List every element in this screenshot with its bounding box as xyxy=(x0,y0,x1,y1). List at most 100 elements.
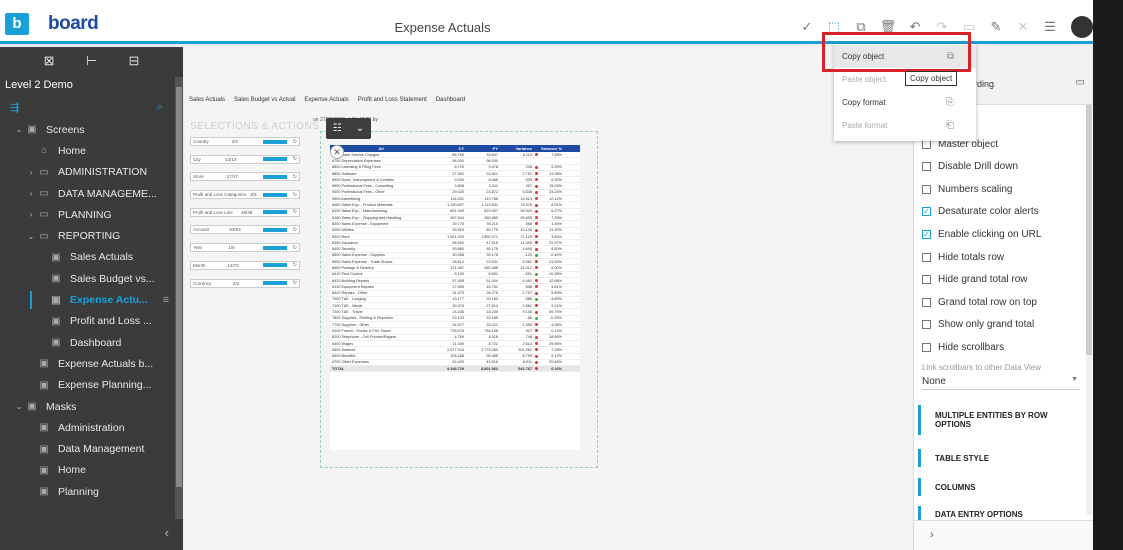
screen-tab[interactable]: Sales Actuals xyxy=(189,97,225,103)
checkbox-icon[interactable] xyxy=(922,162,931,172)
sidebar-item[interactable]: ▣ Administration xyxy=(0,417,183,438)
checkbox-1[interactable]: Disable Drill down xyxy=(922,160,1018,174)
chevron-icon[interactable]: ⌄ xyxy=(26,232,36,241)
structure-tab-icon[interactable]: ⊢ xyxy=(86,53,97,69)
object-type-icon[interactable]: ☷ xyxy=(333,123,342,134)
checkbox-6[interactable]: Hide grand total row xyxy=(922,273,1028,287)
checkbox-icon[interactable] xyxy=(922,184,931,194)
menu-icon[interactable]: ☰ xyxy=(1040,19,1060,35)
sidebar-item[interactable]: ▣ Planning xyxy=(0,481,183,502)
table-header-cell[interactable]: All xyxy=(330,146,430,151)
layout-tab-icon[interactable]: ⊟ xyxy=(128,53,139,69)
sidebar-item[interactable]: ▣ Sales Actuals xyxy=(0,247,183,268)
board-logo-icon[interactable]: b xyxy=(5,13,29,35)
selector-row[interactable]: Month 12/72 ↻ xyxy=(190,260,300,270)
refresh-icon[interactable]: ↻ xyxy=(293,139,297,145)
properties-section[interactable]: TABLE STYLE xyxy=(918,449,1080,467)
sidebar-item[interactable]: ⌄ ▣ Screens xyxy=(0,119,183,140)
refresh-icon[interactable]: ↻ xyxy=(293,174,297,180)
sidebar-item[interactable]: ▣ Data Management xyxy=(0,438,183,459)
selector-row[interactable]: Store 17/17 ↻ xyxy=(190,172,300,182)
object-toolbar[interactable]: ☷ ⌄ xyxy=(326,118,371,139)
sidebar-item[interactable]: › ▭ ADMINISTRATION xyxy=(0,162,183,183)
refresh-icon[interactable]: ↻ xyxy=(293,192,297,198)
checkbox-checked-icon[interactable]: ✓ xyxy=(922,207,931,217)
refresh-icon[interactable]: ↻ xyxy=(293,209,297,215)
screen-tab[interactable]: Dashboard xyxy=(436,97,465,103)
sidebar-item[interactable]: ▣ Expense Actu... ≡ xyxy=(0,289,183,310)
selector-row[interactable]: Year 1/6 ↻ xyxy=(190,243,300,253)
checkbox-3[interactable]: ✓ Desaturate color alerts xyxy=(922,205,1039,219)
sidebar-item[interactable]: ⌄ ▭ REPORTING xyxy=(0,225,183,246)
table-header-cell[interactable]: PY xyxy=(464,146,498,151)
checkbox-checked-icon[interactable]: ✓ xyxy=(922,229,931,239)
close-object-icon[interactable]: ✕ xyxy=(330,145,344,159)
sidebar-scrollbar[interactable] xyxy=(175,77,183,519)
checkbox-9[interactable]: Hide scrollbars xyxy=(922,340,1004,354)
selector-row[interactable]: City 13/13 ↻ xyxy=(190,154,300,164)
chevron-icon[interactable]: › xyxy=(26,168,36,177)
properties-section[interactable]: MULTIPLE ENTITIES BY ROW OPTIONS xyxy=(918,405,1080,435)
table-total-row[interactable]: TOTAL 9.348.729 8.801.962 541.767 6.16% xyxy=(330,366,580,373)
refresh-icon[interactable]: ↻ xyxy=(293,245,297,251)
expand-panel-icon[interactable]: › xyxy=(930,529,934,541)
checkbox-8[interactable]: Show only grand total xyxy=(922,318,1034,332)
search-icon[interactable]: ⌕ xyxy=(157,101,163,114)
selector-row[interactable]: Account 53/53 ↻ xyxy=(190,225,300,235)
table-header-cell[interactable]: CY xyxy=(430,146,464,151)
sidebar-item[interactable]: ▣ Sales Budget vs... xyxy=(0,268,183,289)
selector-row[interactable]: Currency 2/2 ↻ xyxy=(190,278,300,288)
sidebar-item[interactable]: ▣ Expense Planning... xyxy=(0,375,183,396)
table-header-cell[interactable]: Variance xyxy=(498,146,532,151)
properties-scrollbar[interactable] xyxy=(1086,105,1092,515)
check-icon[interactable]: ✓ xyxy=(797,19,817,35)
avatar[interactable] xyxy=(1071,16,1093,38)
checkbox-icon[interactable] xyxy=(922,297,931,307)
table-header-cell[interactable]: Variance % xyxy=(540,146,564,151)
menu-item[interactable]: Copy format ⎘ xyxy=(834,91,976,114)
checkbox-5[interactable]: Hide totals row xyxy=(922,250,1004,264)
checkbox-icon[interactable] xyxy=(922,252,931,262)
checkbox-4[interactable]: ✓ Enable clicking on URL xyxy=(922,227,1041,241)
checkbox-icon[interactable] xyxy=(922,320,931,330)
brush-icon[interactable]: ✎ xyxy=(986,19,1006,35)
sidebar-item[interactable]: › ▭ DATA MANAGEME... xyxy=(0,183,183,204)
refresh-icon[interactable]: ↻ xyxy=(293,227,297,233)
checkbox-icon[interactable] xyxy=(922,342,931,352)
chevron-icon[interactable]: ⌄ xyxy=(14,402,24,411)
selector-row[interactable]: Country 2/2 ↻ xyxy=(190,137,300,146)
sidebar-item[interactable]: ▣ Home xyxy=(0,460,183,481)
properties-scroll-thumb[interactable] xyxy=(1086,105,1092,355)
sidebar-item[interactable]: ▣ Dashboard xyxy=(0,332,183,353)
chevron-icon[interactable]: › xyxy=(26,210,36,219)
item-menu-icon[interactable]: ≡ xyxy=(163,294,169,306)
collapse-sidebar-icon[interactable]: ‹ xyxy=(165,525,169,540)
chevron-icon[interactable]: › xyxy=(26,189,36,198)
screen-tab[interactable]: Expense Actuals xyxy=(304,97,348,103)
selector-row[interactable]: Profit and Loss Categories 3/3 ↻ xyxy=(190,190,300,200)
menu-item[interactable]: Paste format ⎗ xyxy=(834,114,976,137)
sidebar-item[interactable]: › ▭ PLANNING xyxy=(0,204,183,225)
checkbox-icon[interactable] xyxy=(922,275,931,285)
checkbox-7[interactable]: Grand total row on top xyxy=(922,295,1037,309)
sidebar-item[interactable]: ▣ Profit and Loss ... xyxy=(0,311,183,332)
refresh-icon[interactable]: ↻ xyxy=(293,156,297,162)
screens-tab-icon[interactable]: ⊠ xyxy=(44,53,55,69)
chevron-icon[interactable]: ⌄ xyxy=(14,125,24,134)
sidebar-item[interactable]: ⌂ Home xyxy=(0,140,183,161)
screen-tab[interactable]: Sales Budget vs Actual xyxy=(234,97,295,103)
panel-window-icon[interactable]: ▭ xyxy=(1076,77,1085,88)
checkbox-2[interactable]: Numbers scaling xyxy=(922,182,1012,196)
refresh-icon[interactable]: ↻ xyxy=(293,262,297,268)
close-icon[interactable]: ✕ xyxy=(1013,19,1033,35)
sidebar-scroll-thumb[interactable] xyxy=(176,87,182,487)
refresh-icon[interactable]: ↻ xyxy=(293,280,297,286)
selector-row[interactable]: Profit and Loss Line 48/48 ↻ xyxy=(190,207,300,217)
properties-section[interactable]: COLUMNS xyxy=(918,478,1080,496)
chevron-down-icon[interactable]: ⌄ xyxy=(356,123,364,134)
data-view-table[interactable]: All CY PY Variance Variance % 8700 Bank Servi… xyxy=(330,145,580,450)
sidebar-item[interactable]: ▣ Expense Actuals b... xyxy=(0,353,183,374)
link-scrollbars-select[interactable]: None ▼ xyxy=(922,376,1080,390)
sidebar-item[interactable]: ⌄ ▣ Masks xyxy=(0,396,183,417)
screen-tab[interactable]: Profit and Loss Statement xyxy=(358,97,427,103)
